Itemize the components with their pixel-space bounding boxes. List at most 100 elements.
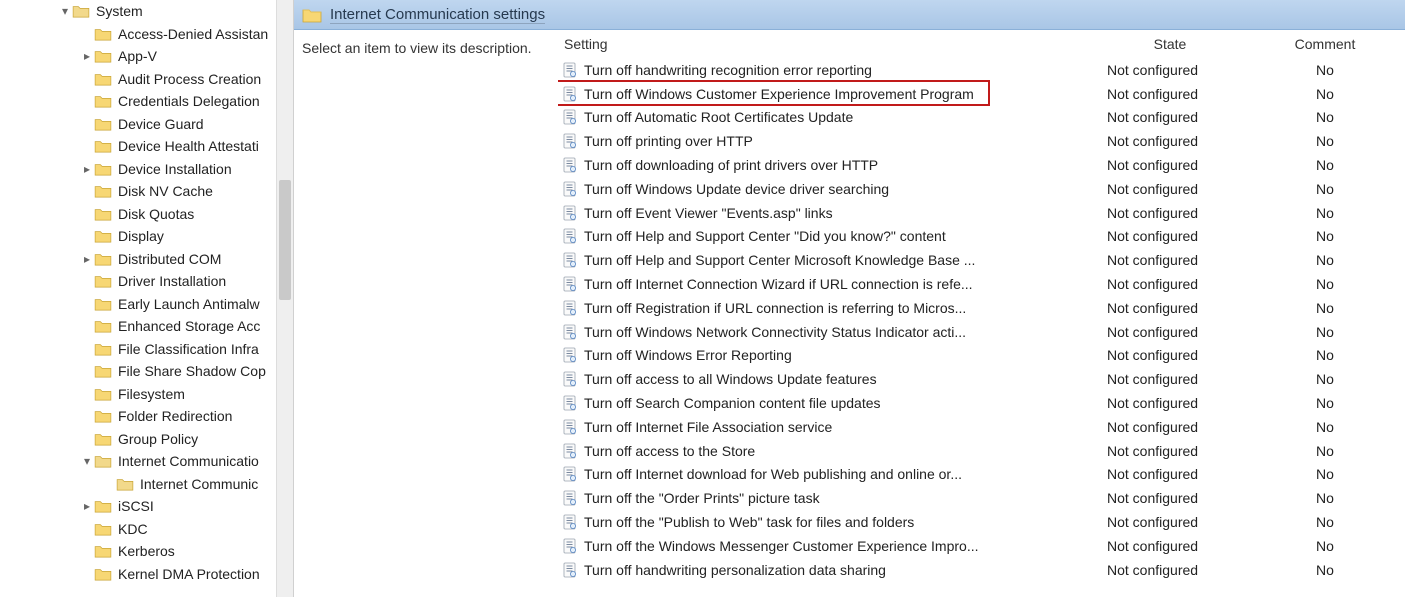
setting-row[interactable]: Turn off Windows Network Connectivity St… <box>558 320 1405 344</box>
policy-icon <box>562 419 578 435</box>
column-header-state[interactable]: State <box>1095 36 1245 52</box>
setting-comment: No <box>1245 371 1405 387</box>
tree-caret-icon[interactable]: ▾ <box>58 4 72 18</box>
setting-row[interactable]: Turn off access to the Store Not configu… <box>558 439 1405 463</box>
setting-name: Turn off Registration if URL connection … <box>584 300 966 316</box>
tree-item[interactable]: Kernel DMA Protection <box>0 563 275 586</box>
tree-item[interactable]: File Share Shadow Cop <box>0 360 275 383</box>
tree-item[interactable]: ▸ iSCSI <box>0 495 275 518</box>
tree-item[interactable]: Filesystem <box>0 383 275 406</box>
setting-row[interactable]: Turn off Event Viewer "Events.asp" links… <box>558 201 1405 225</box>
column-header-setting[interactable]: Setting <box>558 36 1095 52</box>
setting-row[interactable]: Turn off Help and Support Center Microso… <box>558 248 1405 272</box>
setting-state: Not configured <box>1095 109 1245 125</box>
tree-item[interactable]: Device Health Attestati <box>0 135 275 158</box>
policy-icon <box>562 276 578 292</box>
tree-item[interactable]: Access-Denied Assistan <box>0 23 275 46</box>
setting-row[interactable]: Turn off Internet download for Web publi… <box>558 463 1405 487</box>
setting-row[interactable]: Turn off Windows Update device driver se… <box>558 177 1405 201</box>
tree-item[interactable]: ▾ System <box>0 0 275 23</box>
setting-name: Turn off Windows Customer Experience Imp… <box>584 86 974 102</box>
folder-icon <box>94 297 118 311</box>
setting-state: Not configured <box>1095 181 1245 197</box>
folder-icon <box>72 4 96 18</box>
tree-item[interactable]: File Classification Infra <box>0 338 275 361</box>
tree-item-label: System <box>96 3 143 19</box>
tree-item[interactable]: Folder Redirection <box>0 405 275 428</box>
tree-caret-icon[interactable]: ▸ <box>80 252 94 266</box>
tree-scrollbar[interactable] <box>276 0 293 597</box>
folder-icon <box>94 342 118 356</box>
setting-state: Not configured <box>1095 395 1245 411</box>
tree-item[interactable]: Display <box>0 225 275 248</box>
tree-caret-icon[interactable]: ▸ <box>80 49 94 63</box>
setting-comment: No <box>1245 324 1405 340</box>
tree-item[interactable]: ▸ App-V <box>0 45 275 68</box>
policy-icon <box>562 324 578 340</box>
tree-scrollbar-thumb[interactable] <box>279 180 291 300</box>
setting-name: Turn off Event Viewer "Events.asp" links <box>584 205 833 221</box>
setting-comment: No <box>1245 228 1405 244</box>
setting-row[interactable]: Turn off Windows Customer Experience Imp… <box>558 82 1405 106</box>
folder-icon <box>94 139 118 153</box>
setting-row[interactable]: Turn off downloading of print drivers ov… <box>558 153 1405 177</box>
setting-state: Not configured <box>1095 490 1245 506</box>
tree-item[interactable]: Disk Quotas <box>0 203 275 226</box>
tree-item[interactable]: Disk NV Cache <box>0 180 275 203</box>
tree-item[interactable]: Enhanced Storage Acc <box>0 315 275 338</box>
tree-item[interactable]: Kerberos <box>0 540 275 563</box>
column-header-comment[interactable]: Comment <box>1245 36 1405 52</box>
setting-comment: No <box>1245 514 1405 530</box>
policy-icon <box>562 395 578 411</box>
setting-state: Not configured <box>1095 514 1245 530</box>
setting-row[interactable]: Turn off the "Order Prints" picture task… <box>558 486 1405 510</box>
tree-item[interactable]: Driver Installation <box>0 270 275 293</box>
setting-row[interactable]: Turn off handwriting personalization dat… <box>558 558 1405 582</box>
folder-icon <box>94 72 118 86</box>
setting-state: Not configured <box>1095 419 1245 435</box>
tree-item[interactable]: ▸ Device Installation <box>0 158 275 181</box>
setting-state: Not configured <box>1095 205 1245 221</box>
setting-row[interactable]: Turn off printing over HTTP Not configur… <box>558 129 1405 153</box>
policy-icon <box>562 562 578 578</box>
setting-row[interactable]: Turn off Help and Support Center "Did yo… <box>558 225 1405 249</box>
tree-caret-icon[interactable]: ▸ <box>80 162 94 176</box>
setting-comment: No <box>1245 133 1405 149</box>
tree-item[interactable]: Credentials Delegation <box>0 90 275 113</box>
tree-item[interactable]: Early Launch Antimalw <box>0 293 275 316</box>
tree-item[interactable]: Audit Process Creation <box>0 68 275 91</box>
tree-item[interactable]: Device Guard <box>0 113 275 136</box>
tree-caret-icon[interactable]: ▸ <box>80 499 94 513</box>
setting-comment: No <box>1245 466 1405 482</box>
setting-row[interactable]: Turn off the "Publish to Web" task for f… <box>558 510 1405 534</box>
folder-icon <box>94 274 118 288</box>
tree-item[interactable]: KDC <box>0 518 275 541</box>
setting-row[interactable]: Turn off handwriting recognition error r… <box>558 58 1405 82</box>
tree-view[interactable]: ▾ System Access-Denied Assistan▸ App-V A… <box>0 0 275 597</box>
setting-row[interactable]: Turn off Internet File Association servi… <box>558 415 1405 439</box>
tree-panel: ▾ System Access-Denied Assistan▸ App-V A… <box>0 0 294 597</box>
setting-name: Turn off the Windows Messenger Customer … <box>584 538 979 554</box>
tree-item[interactable]: ▸ Distributed COM <box>0 248 275 271</box>
setting-row[interactable]: Turn off Windows Error Reporting Not con… <box>558 344 1405 368</box>
tree-item[interactable]: Internet Communic <box>0 473 275 496</box>
setting-row[interactable]: Turn off Internet Connection Wizard if U… <box>558 272 1405 296</box>
tree-caret-icon[interactable]: ▾ <box>80 454 94 468</box>
setting-comment: No <box>1245 86 1405 102</box>
setting-row[interactable]: Turn off access to all Windows Update fe… <box>558 367 1405 391</box>
tree-item[interactable]: Group Policy <box>0 428 275 451</box>
setting-name: Turn off Help and Support Center "Did yo… <box>584 228 946 244</box>
setting-row[interactable]: Turn off Search Companion content file u… <box>558 391 1405 415</box>
tree-item-label: App-V <box>118 48 157 64</box>
description-column: Select an item to view its description. <box>294 30 558 597</box>
setting-name: Turn off Internet Connection Wizard if U… <box>584 276 973 292</box>
setting-row[interactable]: Turn off Automatic Root Certificates Upd… <box>558 106 1405 130</box>
setting-row[interactable]: Turn off the Windows Messenger Customer … <box>558 534 1405 558</box>
setting-row[interactable]: Turn off Registration if URL connection … <box>558 296 1405 320</box>
setting-state: Not configured <box>1095 347 1245 363</box>
tree-item[interactable]: ▾ Internet Communicatio <box>0 450 275 473</box>
policy-icon <box>562 228 578 244</box>
setting-name: Turn off the "Publish to Web" task for f… <box>584 514 914 530</box>
tree-item-label: Disk Quotas <box>118 206 194 222</box>
tree-item-label: File Classification Infra <box>118 341 259 357</box>
